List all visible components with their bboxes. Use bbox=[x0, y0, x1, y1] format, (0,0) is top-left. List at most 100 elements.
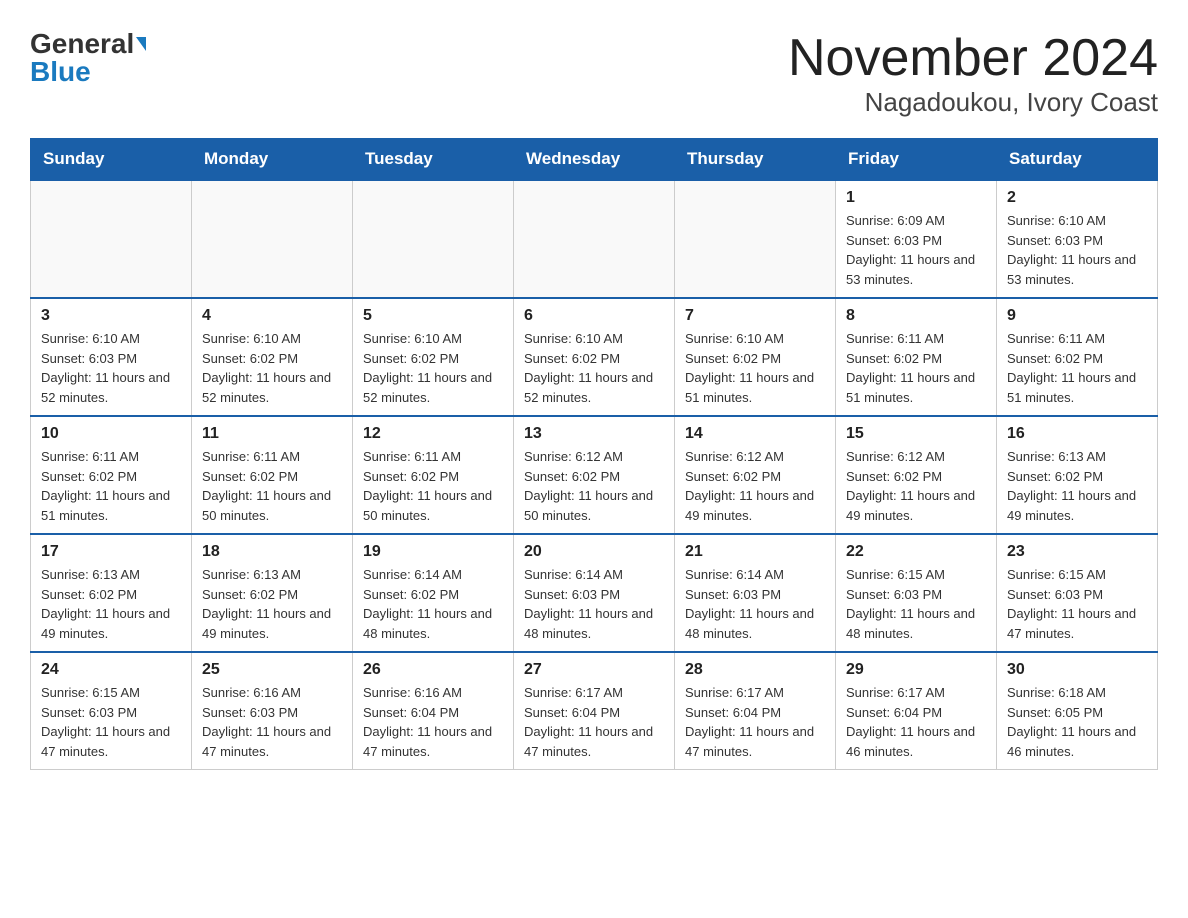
day-number: 21 bbox=[685, 543, 825, 561]
day-info: Sunrise: 6:11 AMSunset: 6:02 PMDaylight:… bbox=[363, 447, 503, 525]
day-number: 29 bbox=[846, 661, 986, 679]
calendar-cell: 25 Sunrise: 6:16 AMSunset: 6:03 PMDayligh… bbox=[192, 652, 353, 770]
day-number: 28 bbox=[685, 661, 825, 679]
day-info: Sunrise: 6:16 AMSunset: 6:04 PMDaylight:… bbox=[363, 683, 503, 761]
day-info: Sunrise: 6:18 AMSunset: 6:05 PMDaylight:… bbox=[1007, 683, 1147, 761]
calendar-cell bbox=[192, 180, 353, 298]
calendar-cell: 19 Sunrise: 6:14 AMSunset: 6:02 PMDayligh… bbox=[353, 534, 514, 652]
logo-general-text: General bbox=[30, 30, 134, 58]
day-info: Sunrise: 6:15 AMSunset: 6:03 PMDaylight:… bbox=[1007, 565, 1147, 643]
day-info: Sunrise: 6:15 AMSunset: 6:03 PMDaylight:… bbox=[846, 565, 986, 643]
day-info: Sunrise: 6:13 AMSunset: 6:02 PMDaylight:… bbox=[41, 565, 181, 643]
calendar-cell: 20 Sunrise: 6:14 AMSunset: 6:03 PMDayligh… bbox=[514, 534, 675, 652]
day-info: Sunrise: 6:17 AMSunset: 6:04 PMDaylight:… bbox=[685, 683, 825, 761]
day-number: 2 bbox=[1007, 189, 1147, 207]
day-number: 5 bbox=[363, 307, 503, 325]
day-number: 24 bbox=[41, 661, 181, 679]
col-monday: Monday bbox=[192, 139, 353, 181]
day-number: 25 bbox=[202, 661, 342, 679]
calendar-header-row: Sunday Monday Tuesday Wednesday Thursday… bbox=[31, 139, 1158, 181]
month-year-title: November 2024 bbox=[788, 30, 1158, 87]
calendar-cell: 8 Sunrise: 6:11 AMSunset: 6:02 PMDaylight… bbox=[836, 298, 997, 416]
day-number: 11 bbox=[202, 425, 342, 443]
calendar-cell: 16 Sunrise: 6:13 AMSunset: 6:02 PMDayligh… bbox=[997, 416, 1158, 534]
calendar-cell: 3Sunrise: 6:10 AMSunset: 6:03 PMDaylight… bbox=[31, 298, 192, 416]
calendar-cell: 11 Sunrise: 6:11 AMSunset: 6:02 PMDayligh… bbox=[192, 416, 353, 534]
day-info: Sunrise: 6:16 AMSunset: 6:03 PMDaylight:… bbox=[202, 683, 342, 761]
day-number: 8 bbox=[846, 307, 986, 325]
calendar-cell: 1Sunrise: 6:09 AMSunset: 6:03 PMDaylight… bbox=[836, 180, 997, 298]
day-number: 4 bbox=[202, 307, 342, 325]
col-wednesday: Wednesday bbox=[514, 139, 675, 181]
day-info: Sunrise: 6:12 AMSunset: 6:02 PMDaylight:… bbox=[846, 447, 986, 525]
calendar-cell: 27 Sunrise: 6:17 AMSunset: 6:04 PMDayligh… bbox=[514, 652, 675, 770]
calendar-cell bbox=[353, 180, 514, 298]
calendar-cell: 17Sunrise: 6:13 AMSunset: 6:02 PMDayligh… bbox=[31, 534, 192, 652]
day-info: Sunrise: 6:14 AMSunset: 6:03 PMDaylight:… bbox=[524, 565, 664, 643]
day-info: Sunrise: 6:11 AMSunset: 6:02 PMDaylight:… bbox=[846, 329, 986, 407]
day-number: 20 bbox=[524, 543, 664, 561]
day-info: Sunrise: 6:10 AMSunset: 6:02 PMDaylight:… bbox=[685, 329, 825, 407]
logo-blue-text: Blue bbox=[30, 58, 91, 86]
day-number: 7 bbox=[685, 307, 825, 325]
day-number: 10 bbox=[41, 425, 181, 443]
calendar-cell: 10Sunrise: 6:11 AMSunset: 6:02 PMDayligh… bbox=[31, 416, 192, 534]
location-subtitle: Nagadoukou, Ivory Coast bbox=[788, 87, 1158, 118]
day-number: 19 bbox=[363, 543, 503, 561]
col-thursday: Thursday bbox=[675, 139, 836, 181]
calendar-cell: 5 Sunrise: 6:10 AMSunset: 6:02 PMDaylight… bbox=[353, 298, 514, 416]
day-info: Sunrise: 6:11 AMSunset: 6:02 PMDaylight:… bbox=[202, 447, 342, 525]
day-number: 27 bbox=[524, 661, 664, 679]
day-number: 15 bbox=[846, 425, 986, 443]
day-number: 6 bbox=[524, 307, 664, 325]
day-info: Sunrise: 6:17 AMSunset: 6:04 PMDaylight:… bbox=[524, 683, 664, 761]
day-number: 16 bbox=[1007, 425, 1147, 443]
calendar-week-3: 10 Sunrise: 6:11 AMSunset: 6:02 PMDayligh… bbox=[31, 416, 1158, 534]
calendar-table: Sunday Monday Tuesday Wednesday Thursday… bbox=[30, 138, 1158, 770]
calendar-cell: 4 Sunrise: 6:10 AMSunset: 6:02 PMDaylight… bbox=[192, 298, 353, 416]
day-number: 3 bbox=[41, 307, 181, 325]
logo: General Blue bbox=[30, 30, 146, 86]
calendar-cell: 24 Sunrise: 6:15 AMSunset: 6:03 PMDayligh… bbox=[31, 652, 192, 770]
day-info: Sunrise: 6:09 AMSunset: 6:03 PMDaylight:… bbox=[846, 211, 986, 289]
calendar-cell bbox=[675, 180, 836, 298]
calendar-cell: 13Sunrise: 6:12 AMSunset: 6:02 PMDayligh… bbox=[514, 416, 675, 534]
logo-arrow-icon bbox=[136, 37, 146, 51]
day-number: 22 bbox=[846, 543, 986, 561]
calendar-week-5: 24 Sunrise: 6:15 AMSunset: 6:03 PMDayligh… bbox=[31, 652, 1158, 770]
day-info: Sunrise: 6:14 AMSunset: 6:02 PMDaylight:… bbox=[363, 565, 503, 643]
calendar-cell: 18 Sunrise: 6:13 AMSunset: 6:02 PMDayligh… bbox=[192, 534, 353, 652]
day-number: 14 bbox=[685, 425, 825, 443]
day-info: Sunrise: 6:12 AMSunset: 6:02 PMDaylight:… bbox=[524, 447, 664, 525]
day-number: 9 bbox=[1007, 307, 1147, 325]
calendar-cell bbox=[514, 180, 675, 298]
day-number: 30 bbox=[1007, 661, 1147, 679]
day-number: 12 bbox=[363, 425, 503, 443]
day-info: Sunrise: 6:17 AMSunset: 6:04 PMDaylight:… bbox=[846, 683, 986, 761]
calendar-week-2: 3Sunrise: 6:10 AMSunset: 6:03 PMDaylight… bbox=[31, 298, 1158, 416]
day-number: 23 bbox=[1007, 543, 1147, 561]
calendar-cell: 12 Sunrise: 6:11 AMSunset: 6:02 PMDayligh… bbox=[353, 416, 514, 534]
day-info: Sunrise: 6:14 AMSunset: 6:03 PMDaylight:… bbox=[685, 565, 825, 643]
calendar-cell: 28 Sunrise: 6:17 AMSunset: 6:04 PMDayligh… bbox=[675, 652, 836, 770]
calendar-cell: 9Sunrise: 6:11 AMSunset: 6:02 PMDaylight… bbox=[997, 298, 1158, 416]
calendar-cell: 22 Sunrise: 6:15 AMSunset: 6:03 PMDayligh… bbox=[836, 534, 997, 652]
calendar-cell: 29 Sunrise: 6:17 AMSunset: 6:04 PMDayligh… bbox=[836, 652, 997, 770]
title-block: November 2024 Nagadoukou, Ivory Coast bbox=[788, 30, 1158, 118]
day-number: 18 bbox=[202, 543, 342, 561]
day-info: Sunrise: 6:13 AMSunset: 6:02 PMDaylight:… bbox=[1007, 447, 1147, 525]
day-info: Sunrise: 6:10 AMSunset: 6:02 PMDaylight:… bbox=[202, 329, 342, 407]
day-info: Sunrise: 6:13 AMSunset: 6:02 PMDaylight:… bbox=[202, 565, 342, 643]
calendar-cell: 15 Sunrise: 6:12 AMSunset: 6:02 PMDayligh… bbox=[836, 416, 997, 534]
page-header: General Blue November 2024 Nagadoukou, I… bbox=[30, 30, 1158, 118]
calendar-cell: 26Sunrise: 6:16 AMSunset: 6:04 PMDayligh… bbox=[353, 652, 514, 770]
calendar-cell bbox=[31, 180, 192, 298]
day-info: Sunrise: 6:12 AMSunset: 6:02 PMDaylight:… bbox=[685, 447, 825, 525]
day-info: Sunrise: 6:15 AMSunset: 6:03 PMDaylight:… bbox=[41, 683, 181, 761]
calendar-cell: 2Sunrise: 6:10 AMSunset: 6:03 PMDaylight… bbox=[997, 180, 1158, 298]
calendar-cell: 21 Sunrise: 6:14 AMSunset: 6:03 PMDayligh… bbox=[675, 534, 836, 652]
day-info: Sunrise: 6:10 AMSunset: 6:02 PMDaylight:… bbox=[363, 329, 503, 407]
calendar-week-1: 1Sunrise: 6:09 AMSunset: 6:03 PMDaylight… bbox=[31, 180, 1158, 298]
col-friday: Friday bbox=[836, 139, 997, 181]
calendar-cell: 14 Sunrise: 6:12 AMSunset: 6:02 PMDayligh… bbox=[675, 416, 836, 534]
